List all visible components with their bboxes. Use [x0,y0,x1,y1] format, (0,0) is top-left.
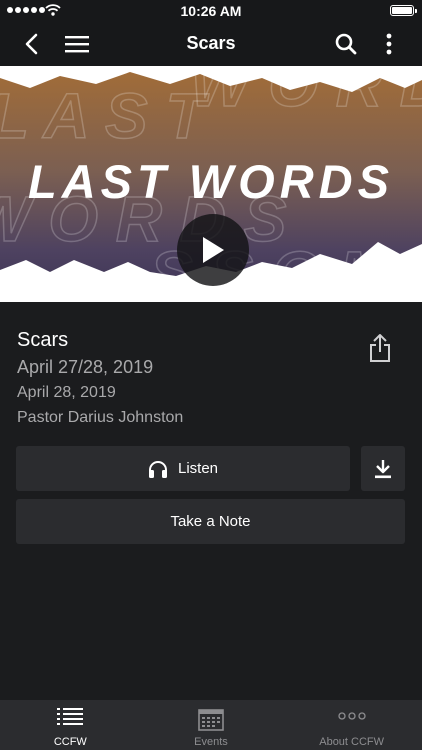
play-button[interactable] [177,214,249,286]
navigation-bar: Scars [0,22,422,66]
status-time: 10:26 AM [180,3,242,19]
artwork-title: LAST WORDS [28,155,394,208]
tab-about[interactable]: About CCFW [281,700,422,750]
headphones-icon [148,460,167,478]
tab-events[interactable]: Events [141,700,282,750]
back-button[interactable] [18,22,44,66]
battery-icon [390,5,417,16]
share-icon [370,334,390,362]
download-button[interactable] [361,446,405,491]
share-button[interactable] [366,332,394,364]
sermon-title: Scars [17,329,69,351]
hamburger-icon [65,36,89,53]
listen-label: Listen [177,460,219,477]
tab-label-events: Events [194,736,228,748]
speaker-name: Pastor Darius Johnston [17,409,184,426]
search-icon [335,33,357,55]
listen-button[interactable]: Listen [16,446,350,491]
menu-button[interactable] [62,22,92,66]
play-icon [203,237,224,263]
tab-label-about: About CCFW [319,736,385,748]
tab-bar: CCFW Events About CCFW [0,700,422,750]
calendar-icon [198,709,224,731]
more-options-button[interactable] [378,22,400,66]
take-note-label: Take a Note [170,513,251,530]
chevron-left-icon [25,33,38,55]
sermon-details: Scars April 27/28, 2019 April 28, 2019 P… [17,328,317,428]
sermon-date: April 28, 2019 [17,384,116,401]
tab-label-ccfw: CCFW [53,736,87,748]
download-icon [375,459,391,478]
sermon-artwork[interactable]: L A S T W O R D S W O R D S S S O M LAST… [0,66,422,302]
vertical-dots-icon [386,33,392,55]
status-bar: 10:26 AM [0,0,422,22]
more-icon [337,712,366,720]
svg-text:L A S T: L A S T [0,80,209,152]
tab-ccfw[interactable]: CCFW [0,700,141,750]
search-button[interactable] [332,22,360,66]
series-date: April 27/28, 2019 [17,357,154,377]
take-note-button[interactable]: Take a Note [16,499,405,544]
list-icon [57,708,84,725]
